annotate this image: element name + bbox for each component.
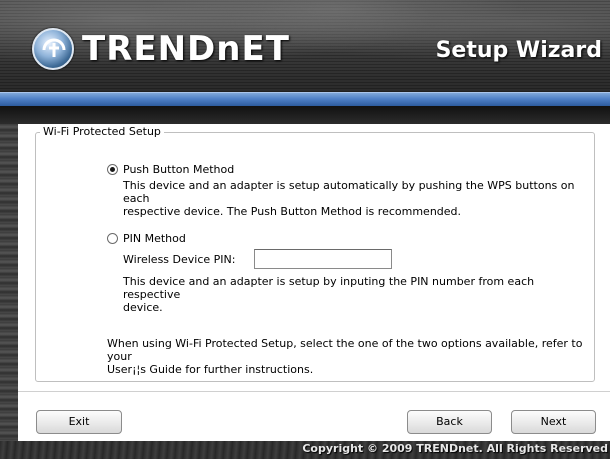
pin-desc-line2: device. bbox=[123, 301, 163, 314]
pin-option[interactable]: PIN Method bbox=[107, 232, 186, 245]
wps-note: When using Wi-Fi Protected Setup, select… bbox=[107, 337, 594, 376]
header-banner: TRENDnET Setup Wizard bbox=[0, 0, 610, 92]
logo-text: TRENDnET bbox=[82, 29, 290, 69]
push-button-radio[interactable] bbox=[107, 164, 118, 175]
accent-bar bbox=[0, 92, 610, 106]
wps-note-line1: When using Wi-Fi Protected Setup, select… bbox=[107, 337, 583, 363]
wizard-title: Setup Wizard bbox=[435, 38, 602, 63]
button-bar: Exit Back Next bbox=[18, 391, 610, 441]
wps-group: Wi-Fi Protected Setup Push Button Method… bbox=[35, 125, 595, 382]
push-button-option[interactable]: Push Button Method bbox=[107, 163, 234, 176]
push-button-desc-line2: respective device. The Push Button Metho… bbox=[123, 205, 462, 218]
bar-shadow bbox=[0, 106, 610, 124]
wireless-device-pin-input[interactable] bbox=[254, 249, 393, 269]
trendnet-logo-icon bbox=[32, 28, 74, 70]
pin-field-label: Wireless Device PIN: bbox=[123, 252, 236, 266]
wps-note-line2: User¡¦s Guide for further instructions. bbox=[107, 363, 314, 376]
pin-desc-line1: This device and an adapter is setup by i… bbox=[123, 275, 535, 301]
pin-description: This device and an adapter is setup by i… bbox=[123, 275, 594, 314]
wps-legend: Wi-Fi Protected Setup bbox=[40, 125, 164, 138]
push-button-description: This device and an adapter is setup auto… bbox=[123, 179, 594, 218]
exit-button[interactable]: Exit bbox=[36, 410, 122, 434]
push-button-label[interactable]: Push Button Method bbox=[123, 163, 234, 176]
left-edge bbox=[0, 124, 18, 441]
pin-radio[interactable] bbox=[107, 233, 118, 244]
pin-label[interactable]: PIN Method bbox=[123, 232, 186, 245]
next-button[interactable]: Next bbox=[511, 410, 596, 434]
back-button[interactable]: Back bbox=[407, 410, 492, 434]
main-panel: Wi-Fi Protected Setup Push Button Method… bbox=[18, 124, 610, 391]
push-button-desc-line1: This device and an adapter is setup auto… bbox=[123, 179, 575, 205]
copyright-text: Copyright © 2009 TRENDnet. All Rights Re… bbox=[302, 442, 608, 455]
pin-field-row: Wireless Device PIN: bbox=[123, 249, 393, 269]
trendnet-logo: TRENDnET bbox=[32, 26, 290, 72]
